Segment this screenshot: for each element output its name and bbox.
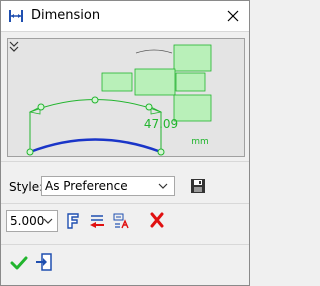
style-dropdown-value: As Preference [45, 179, 128, 193]
style-dropdown[interactable]: As Preference [41, 176, 175, 196]
precision-dropdown-value: 5.000 [10, 214, 45, 228]
divider [1, 244, 249, 245]
swap-icon[interactable] [88, 212, 106, 230]
title-bar: Dimension [1, 1, 249, 32]
save-icon[interactable] [190, 178, 206, 194]
chevron-down-icon [43, 218, 53, 224]
collapse-icon[interactable] [8, 39, 20, 53]
divider [1, 203, 249, 204]
precision-dropdown[interactable]: 5.000 [6, 210, 58, 232]
dimension-value: 47.09 [143, 117, 179, 131]
close-icon[interactable] [223, 6, 243, 26]
ok-icon[interactable] [10, 255, 28, 271]
font-icon[interactable] [65, 212, 81, 230]
divider [1, 161, 249, 162]
dimension-dialog: Dimension 47.09 mm Style: As Preference … [0, 0, 250, 286]
dimension-unit: mm [191, 137, 209, 147]
pin-icon[interactable] [35, 252, 53, 272]
style-label: Style: [9, 180, 44, 194]
text-icon[interactable] [113, 212, 131, 230]
dimension-icon [9, 10, 23, 22]
dimension-preview: 47.09 mm [7, 38, 245, 157]
window-title: Dimension [31, 8, 101, 23]
chevron-down-icon [158, 183, 168, 189]
delete-icon[interactable] [150, 212, 164, 228]
